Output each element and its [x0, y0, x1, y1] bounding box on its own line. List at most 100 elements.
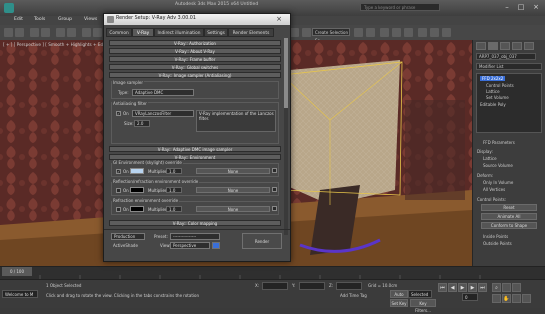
- tab-vray[interactable]: V-Ray: [132, 28, 154, 37]
- refr-env-on-checkbox[interactable]: [116, 207, 121, 212]
- dialog-close-icon[interactable]: ×: [272, 15, 286, 24]
- timeline-track[interactable]: [0, 266, 545, 280]
- orbit-icon[interactable]: [512, 294, 521, 303]
- play-icon[interactable]: ▶: [458, 283, 467, 292]
- render-icon[interactable]: [442, 28, 451, 37]
- filter-size-field[interactable]: 2.0: [134, 120, 150, 127]
- refr-multiplier-field[interactable]: 1.0: [166, 206, 182, 212]
- refl-env-map-button[interactable]: None: [196, 187, 270, 193]
- maxscript-listener-field[interactable]: Welcome to M: [2, 290, 38, 298]
- pan-view-icon[interactable]: ✋: [502, 294, 511, 303]
- dialog-scrollbar-thumb[interactable]: [284, 38, 288, 108]
- select-by-name-icon[interactable]: [67, 28, 76, 37]
- object-name-field[interactable]: ARP7_037_obj_037: [476, 53, 536, 60]
- menu-edit[interactable]: Edit: [14, 17, 23, 22]
- key-mode-dropdown[interactable]: Selected: [408, 290, 432, 298]
- rollout-frame-buffer[interactable]: V-Ray:: Frame buffer: [109, 56, 281, 62]
- rollout-authorization[interactable]: V-Ray:: Authorization: [109, 40, 281, 46]
- gi-env-on-checkbox[interactable]: ✓: [116, 169, 121, 174]
- refl-env-color-swatch[interactable]: [130, 187, 144, 193]
- aa-filter-dropdown[interactable]: VRayLanczosFilter: [132, 110, 194, 117]
- align-icon[interactable]: [366, 28, 375, 37]
- refr-env-color-swatch[interactable]: [130, 206, 144, 212]
- view-dropdown[interactable]: Perspective: [170, 242, 210, 249]
- zoom-extents-icon[interactable]: [512, 283, 521, 292]
- y-coord-field[interactable]: [299, 282, 325, 290]
- all-vertices-radio[interactable]: All Vertices: [483, 187, 505, 192]
- zoom-all-icon[interactable]: [502, 283, 511, 292]
- z-coord-field[interactable]: [336, 282, 362, 290]
- render-button[interactable]: Render: [242, 233, 282, 249]
- menu-tools[interactable]: Tools: [34, 17, 45, 22]
- x-coord-field[interactable]: [262, 282, 288, 290]
- stack-item-ffd[interactable]: FFD 2x2x2: [480, 76, 506, 81]
- refl-multiplier-field[interactable]: 1.0: [166, 187, 182, 193]
- tab-render-elements[interactable]: Render Elements: [228, 28, 274, 37]
- named-selection-dropdown[interactable]: Create Selection Se: [312, 28, 350, 43]
- animate-all-button[interactable]: Animate All: [481, 213, 537, 220]
- go-to-start-icon[interactable]: ⏮: [438, 283, 447, 292]
- activeshade-radio[interactable]: ActiveShade: [113, 243, 138, 248]
- gi-multiplier-field[interactable]: 1.0: [166, 168, 182, 174]
- rollout-about-vray[interactable]: V-Ray:: About V-Ray: [109, 48, 281, 54]
- only-in-volume-radio[interactable]: Only In Volume: [483, 180, 513, 185]
- lattice-checkbox[interactable]: Lattice: [483, 156, 497, 161]
- previous-frame-icon[interactable]: ◀: [448, 283, 457, 292]
- rollout-color-mapping[interactable]: V-Ray:: Color mapping: [109, 220, 281, 226]
- motion-tab-icon[interactable]: [512, 42, 522, 50]
- next-frame-icon[interactable]: ▶: [468, 283, 477, 292]
- gi-env-map-button[interactable]: None: [196, 168, 270, 174]
- curve-editor-icon[interactable]: [392, 28, 401, 37]
- field-of-view-icon[interactable]: [492, 294, 501, 303]
- link-icon[interactable]: [30, 28, 39, 37]
- unlink-icon[interactable]: [41, 28, 50, 37]
- tab-settings[interactable]: Settings: [204, 28, 228, 37]
- rendered-frame-icon[interactable]: [430, 28, 439, 37]
- move-icon[interactable]: [82, 28, 91, 37]
- render-setup-icon[interactable]: [418, 28, 427, 37]
- create-tab-icon[interactable]: [476, 42, 486, 50]
- refr-env-map-toggle[interactable]: [272, 206, 277, 211]
- sampler-type-dropdown[interactable]: Adaptive DMC: [132, 89, 194, 96]
- maximize-viewport-icon[interactable]: [522, 294, 531, 303]
- refl-env-map-toggle[interactable]: [272, 187, 277, 192]
- time-slider-handle[interactable]: 0 / 100: [2, 267, 32, 276]
- gi-env-color-swatch[interactable]: [130, 168, 144, 174]
- select-object-icon[interactable]: [56, 28, 65, 37]
- gi-env-map-toggle[interactable]: [272, 168, 277, 173]
- outside-points-checkbox[interactable]: Outside Points: [483, 241, 512, 246]
- menu-group[interactable]: Group: [58, 17, 72, 22]
- hierarchy-tab-icon[interactable]: [500, 42, 510, 50]
- refr-env-map-button[interactable]: None: [196, 206, 270, 212]
- menu-views[interactable]: Views: [84, 17, 97, 22]
- undo-icon[interactable]: [4, 28, 13, 37]
- stack-item-editable-poly[interactable]: Editable Poly: [480, 102, 506, 107]
- stack-item-set-volume[interactable]: Set Volume: [486, 95, 509, 100]
- snap-icon[interactable]: [290, 28, 299, 37]
- close-icon[interactable]: ×: [529, 1, 543, 13]
- modify-tab-icon[interactable]: [488, 42, 498, 50]
- rollout-image-sampler[interactable]: V-Ray:: Image sampler (Antialiasing): [109, 72, 281, 78]
- display-tab-icon[interactable]: [524, 42, 534, 50]
- key-filters-button[interactable]: Key Filters...: [410, 299, 436, 313]
- stack-item-lattice[interactable]: Lattice: [486, 89, 500, 94]
- layer-manager-icon[interactable]: [380, 28, 389, 37]
- redo-icon[interactable]: [15, 28, 24, 37]
- material-editor-icon[interactable]: [404, 28, 413, 37]
- tab-indirect-illumination[interactable]: Indirect illumination: [154, 28, 204, 37]
- rollout-adaptive-dmc[interactable]: V-Ray:: Adaptive DMC image sampler: [109, 146, 281, 152]
- auto-key-button[interactable]: Auto Key: [390, 290, 408, 304]
- rotate-icon[interactable]: [93, 28, 102, 37]
- minimize-icon[interactable]: –: [500, 1, 514, 13]
- tab-common[interactable]: Common: [106, 28, 132, 37]
- stack-item-control-points[interactable]: Control Points: [486, 83, 514, 88]
- lock-view-icon[interactable]: [212, 242, 220, 249]
- search-input[interactable]: Type a keyword or phrase: [360, 3, 440, 11]
- conform-to-shape-button[interactable]: Conform to Shape: [481, 222, 537, 229]
- app-logo-icon[interactable]: [4, 3, 14, 13]
- inside-points-checkbox[interactable]: Inside Points: [483, 234, 508, 239]
- mirror-icon[interactable]: [354, 28, 363, 37]
- maximize-icon[interactable]: □: [514, 1, 528, 13]
- go-to-end-icon[interactable]: ⏭: [478, 283, 487, 292]
- refl-env-on-checkbox[interactable]: [116, 188, 121, 193]
